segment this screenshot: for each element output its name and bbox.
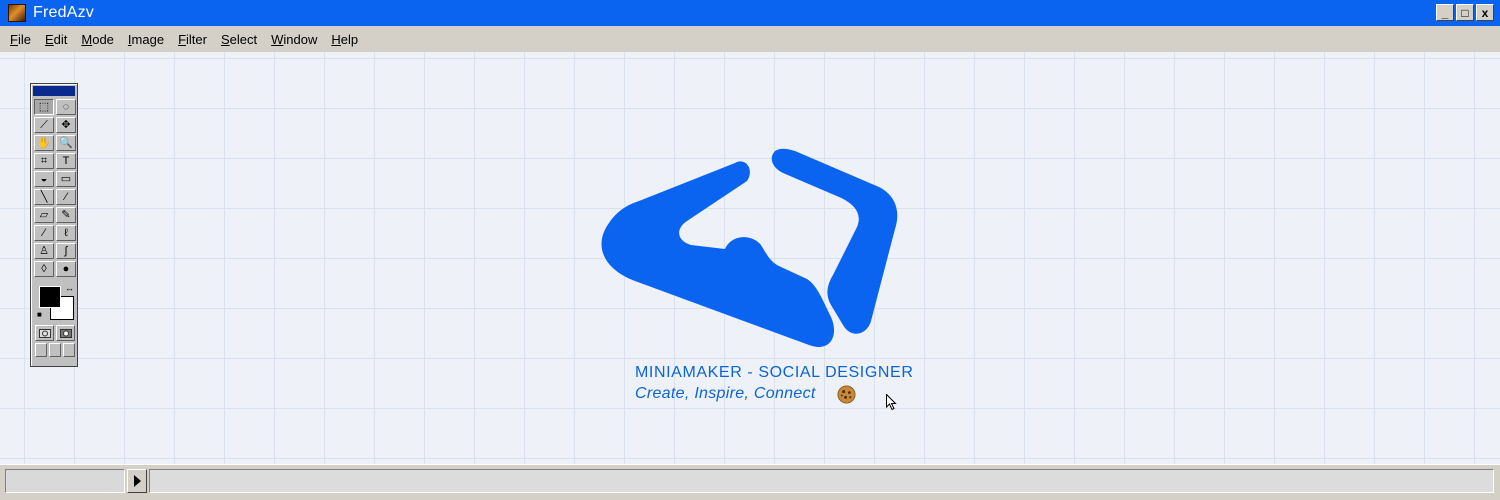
menu-image[interactable]: Image (122, 32, 170, 47)
smudge-icon[interactable]: ʃ (56, 243, 76, 259)
line-icon[interactable]: ╲ (34, 189, 54, 205)
menu-file[interactable]: File (4, 32, 37, 47)
app-icon[interactable] (8, 4, 26, 22)
standard-mode-button[interactable] (35, 325, 54, 341)
scroll-right-arrow-icon[interactable] (127, 469, 147, 493)
brush-icon[interactable]: ℓ (56, 225, 76, 241)
mouse-pointer-icon (886, 394, 897, 411)
eraser-icon[interactable]: ▱ (34, 207, 54, 223)
menu-mode[interactable]: Mode (75, 32, 120, 47)
horizontal-scrollbar[interactable] (149, 469, 1494, 493)
stamp-icon[interactable]: ♙ (34, 243, 54, 259)
menu-bar: File Edit Mode Image Filter Select Windo… (0, 26, 1500, 52)
miniamaker-logo (601, 148, 898, 347)
cookie-icon (837, 385, 856, 404)
menu-filter[interactable]: Filter (172, 32, 213, 47)
tool-grid: ⬚ ◌ ⟋ ✥ ✋ 🔍 ⌗ T ◒ ▭ ╲ ⁄ ▱ ✎ ⁄ ℓ ♙ ʃ ◊ ● (33, 99, 76, 277)
marquee-icon[interactable]: ⬚ (34, 99, 54, 115)
menu-help[interactable]: Help (325, 32, 364, 47)
foreground-color-swatch[interactable] (39, 286, 61, 308)
bottom-bar (0, 464, 1500, 500)
color-swatches: ↔ ■ (35, 283, 74, 321)
screen-mode-standard-button[interactable] (35, 343, 47, 357)
menu-select[interactable]: Select (215, 32, 263, 47)
airbrush-icon[interactable]: ⁄ (34, 225, 54, 241)
window-controls: _ □ x (1436, 4, 1494, 21)
crop-icon[interactable]: ⌗ (34, 153, 54, 169)
blur-icon[interactable]: ◊ (34, 261, 54, 277)
menu-window[interactable]: Window (265, 32, 323, 47)
toolbox-palette: ⬚ ◌ ⟋ ✥ ✋ 🔍 ⌗ T ◒ ▭ ╲ ⁄ ▱ ✎ ⁄ ℓ ♙ ʃ ◊ ● ↔ ■ (30, 83, 78, 367)
screen-mode-row (35, 343, 75, 357)
brand-tagline: Create, Inspire, Connect (635, 385, 816, 402)
move-icon[interactable]: ✥ (56, 117, 76, 133)
status-field (5, 469, 125, 493)
screen-mode-full-menu-button[interactable] (49, 343, 61, 357)
screen-mode-full-button[interactable] (63, 343, 75, 357)
magic-wand-icon[interactable]: ⟋ (34, 117, 54, 133)
menu-edit[interactable]: Edit (39, 32, 73, 47)
minimize-button[interactable]: _ (1436, 4, 1454, 21)
type-icon[interactable]: T (56, 153, 76, 169)
window-title: FredAzv (33, 4, 94, 21)
quick-mask-mode-button[interactable] (56, 325, 75, 341)
dodge-icon[interactable]: ● (56, 261, 76, 277)
zoom-icon[interactable]: 🔍 (56, 135, 76, 151)
brand-name: MINIAMAKER - SOCIAL DESIGNER (635, 364, 914, 381)
close-button[interactable]: x (1476, 4, 1494, 21)
pencil-icon[interactable]: ✎ (56, 207, 76, 223)
title-bar: FredAzv _ □ x (0, 0, 1500, 26)
maximize-button[interactable]: □ (1456, 4, 1474, 21)
toolbox-title-bar[interactable] (33, 86, 75, 96)
logo-left-shape (601, 161, 835, 347)
hand-icon[interactable]: ✋ (34, 135, 54, 151)
gradient-icon[interactable]: ▭ (56, 171, 76, 187)
default-colors-icon[interactable]: ■ (37, 310, 42, 319)
eyedropper-icon[interactable]: ⁄ (56, 189, 76, 205)
paint-bucket-icon[interactable]: ◒ (34, 171, 54, 187)
lasso-icon[interactable]: ◌ (56, 99, 76, 115)
mask-mode-row (35, 325, 75, 341)
swap-colors-icon[interactable]: ↔ (65, 283, 74, 293)
